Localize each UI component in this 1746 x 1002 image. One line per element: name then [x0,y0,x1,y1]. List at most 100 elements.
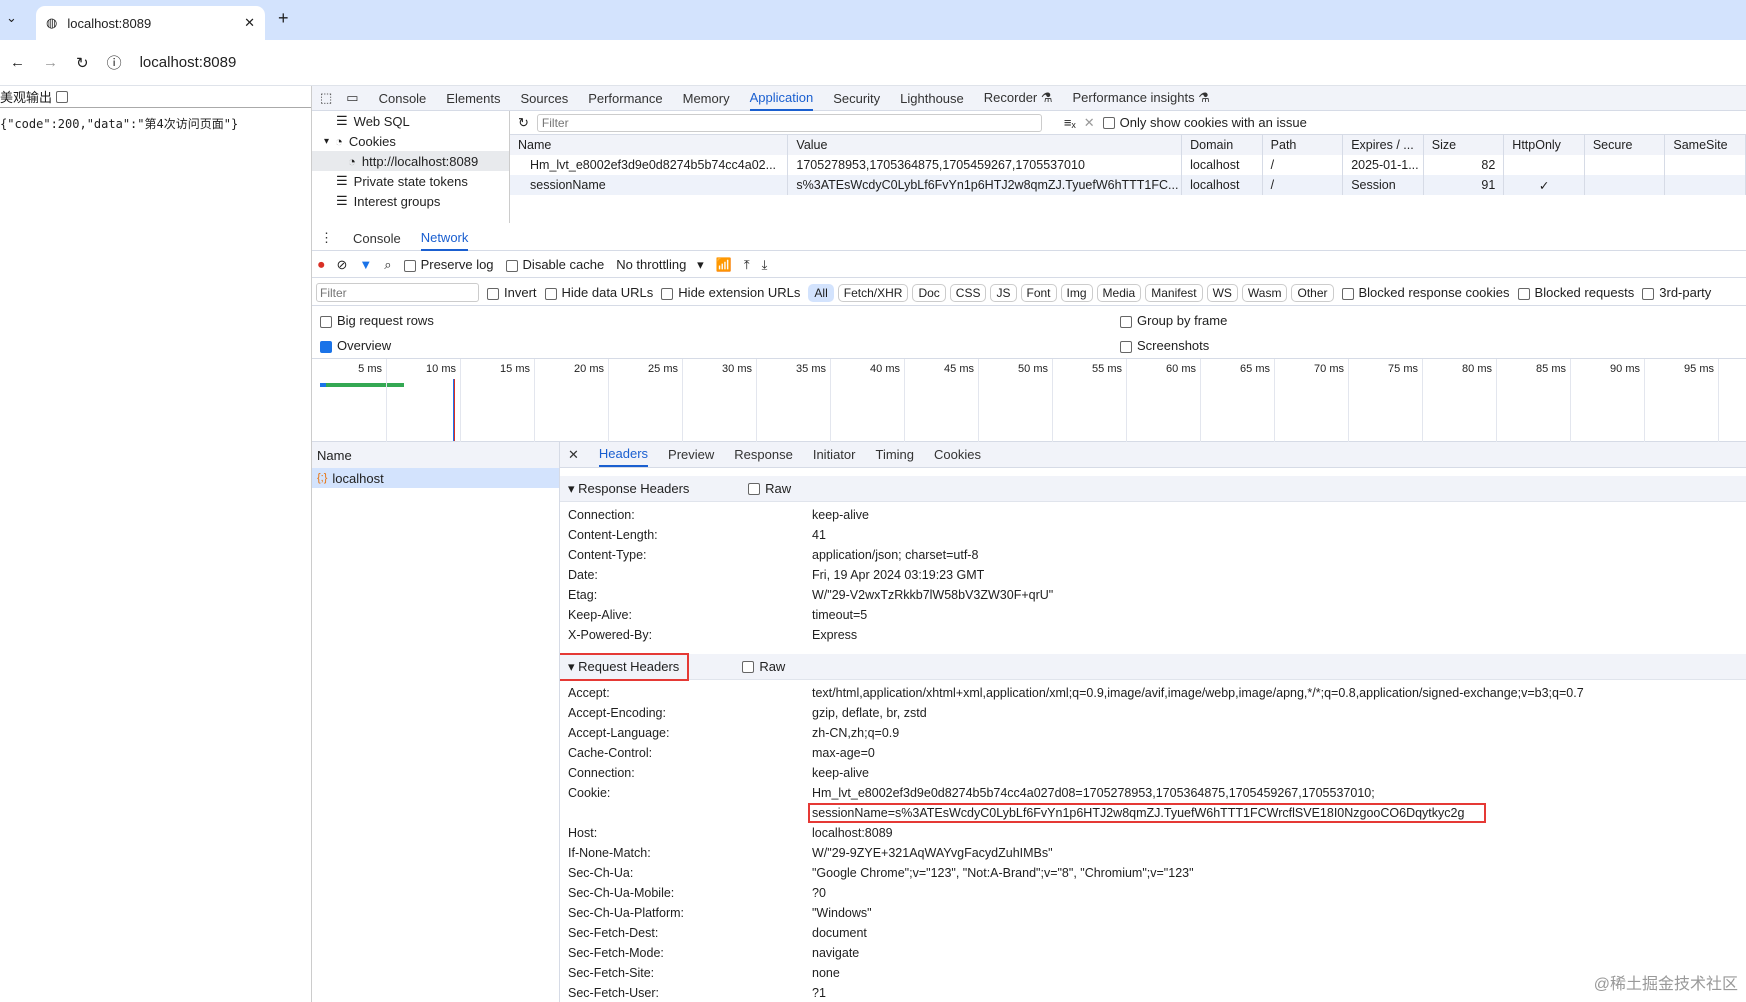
site-info-icon[interactable]: ⓘ [107,52,122,73]
tab-console[interactable]: Console [379,91,427,106]
tab-recorder-[interactable]: Recorder ⚗ [984,90,1053,106]
column-header[interactable]: HttpOnly [1503,135,1585,155]
tab-performance-insights-[interactable]: Performance insights ⚗ [1073,90,1210,106]
drawer-tab-network[interactable]: Network [420,226,469,251]
tab-sources[interactable]: Sources [521,91,569,106]
detail-tab-preview[interactable]: Preview [668,447,714,462]
header-name: Content-Type: [568,548,647,562]
type-filter-wasm[interactable]: Wasm [1241,283,1288,302]
group-by-frame-checkbox[interactable] [1120,315,1132,328]
screenshots-checkbox[interactable] [1120,340,1132,353]
record-stop-icon[interactable]: ⏺ [318,257,325,273]
response-headers-section[interactable]: ▾ Response Headers Raw [560,476,1746,502]
response-raw-checkbox[interactable] [748,482,761,495]
column-header[interactable]: SameSite [1664,135,1746,155]
device-toolbar-icon[interactable]: ▭ [346,90,358,106]
new-tab-button[interactable]: + [278,8,289,29]
column-header[interactable]: Domain [1181,135,1263,155]
type-filter-doc[interactable]: Doc [912,283,946,302]
drawer-menu-icon[interactable]: ⋮ [320,230,333,246]
preserve-log-checkbox[interactable] [403,259,416,272]
tab-elements[interactable]: Elements [446,91,500,106]
tab-performance[interactable]: Performance [588,91,662,106]
type-filter-fetch-xhr[interactable]: Fetch/XHR [837,283,909,302]
throttling-select[interactable]: No throttling ▾ [616,257,703,273]
type-filter-all[interactable]: All [808,283,834,302]
tab-memory[interactable]: Memory [683,91,730,106]
clear-filtered-icon[interactable]: ≡ₓ [1064,115,1076,130]
blocked-requests-checkbox[interactable] [1517,287,1530,300]
sidebar-item[interactable]: ☰ Interest groups [312,191,509,211]
session-cookie-highlight: sessionName=s%3ATEsWcdyC0LybLf6FvYn1p6HT… [807,803,1487,823]
cookie-cell: / [1262,155,1344,175]
refresh-icon[interactable]: ↻ [518,115,529,131]
column-header[interactable]: Expires / ... [1342,135,1424,155]
expand-arrow-icon[interactable]: ▾ [324,136,329,147]
type-filter-font[interactable]: Font [1020,283,1057,302]
tab-list-chevron-icon[interactable]: ⌄ [6,10,17,26]
type-filter-other[interactable]: Other [1291,283,1334,302]
tab-security[interactable]: Security [833,91,880,106]
url-field[interactable]: localhost:8089 [140,54,237,71]
pretty-print-checkbox[interactable] [56,90,69,103]
sidebar-item[interactable]: ☰ Private state tokens [312,171,509,191]
search-icon[interactable]: ⌕ [384,257,391,273]
column-header[interactable]: Path [1262,135,1344,155]
export-har-icon[interactable]: ⤓ [762,257,768,273]
column-header[interactable]: Name [510,135,789,155]
filter-icon[interactable]: ▼ [359,257,372,272]
detail-tab-response[interactable]: Response [734,447,793,462]
sidebar-item[interactable]: ☰ Web SQL [312,111,509,131]
column-header[interactable]: Size [1423,135,1505,155]
hide-extension-urls-checkbox[interactable] [661,287,674,300]
reload-icon[interactable]: ↻ [76,54,89,72]
detail-tab-headers[interactable]: Headers [598,442,649,467]
request-raw-checkbox[interactable] [742,660,755,673]
network-filter-input[interactable] [316,283,479,302]
detail-tab-initiator[interactable]: Initiator [813,447,856,462]
inspect-element-icon[interactable]: ⬚ [320,90,332,106]
tab-lighthouse[interactable]: Lighthouse [900,91,964,106]
header-row: Etag: W/"29-V2wxTzRkkb7lW58bV3ZW30F+qrU" [560,585,1746,605]
type-filter-js[interactable]: JS [990,283,1017,302]
type-filter-media[interactable]: Media [1096,283,1142,302]
close-tab-icon[interactable]: ✕ [244,15,255,31]
invert-checkbox[interactable] [487,287,499,300]
type-filter-css[interactable]: CSS [949,283,987,302]
third-party-checkbox[interactable] [1642,287,1655,300]
detail-tab-timing[interactable]: Timing [875,447,914,462]
disable-cache-checkbox[interactable] [505,259,518,272]
cookie-row[interactable]: sessionName s%3ATEsWcdyC0LybLf6FvYn1p6HTJ… [510,175,1746,195]
cookie-row[interactable]: Hm_lvt_e8002ef3d9e0d8274b5b74cc4a02... 17… [510,155,1746,175]
overview-checkbox[interactable] [320,340,332,353]
back-icon[interactable]: ← [10,54,25,71]
cookie-filter-input[interactable] [536,113,1042,132]
sidebar-item[interactable]: ▾ ◔ Cookies [312,131,509,151]
name-column-header[interactable]: Name [312,442,559,468]
blocked-cookies-checkbox[interactable] [1341,287,1354,300]
sidebar-item[interactable]: ◔ http://localhost:8089 [312,151,509,171]
type-filter-manifest[interactable]: Manifest [1145,283,1203,302]
column-header[interactable]: Secure [1584,135,1666,155]
header-value: W/"29-V2wxTzRkkb7lW58bV3ZW30F+qrU" [812,588,1054,602]
browser-tab[interactable]: ◍ localhost:8089 ✕ [36,6,265,40]
forward-icon[interactable]: → [43,54,58,71]
only-issue-checkbox[interactable] [1102,116,1115,129]
drawer-tab-console[interactable]: Console [353,231,401,246]
clear-icon[interactable]: ⊘ [337,257,348,273]
tab-application[interactable]: Application [749,86,814,111]
request-headers-section[interactable]: ▾ Request Headers Raw [560,652,1746,681]
hide-data-urls-checkbox[interactable] [544,287,557,300]
disable-cache-label: Disable cache [522,257,605,272]
detail-tab-cookies[interactable]: Cookies [934,447,981,462]
type-filter-img[interactable]: Img [1060,283,1093,302]
delete-all-icon[interactable]: ✕ [1084,115,1095,131]
network-overview-timeline[interactable]: 5 ms 10 ms 15 ms 20 ms 25 ms 30 ms 35 ms 40 ms 4… [312,358,1746,443]
column-header[interactable]: Value [787,135,1183,155]
close-details-icon[interactable]: ✕ [568,447,579,463]
request-row[interactable]: {;} localhost [312,468,559,488]
network-conditions-icon[interactable]: 📶 [716,257,732,273]
import-har-icon[interactable]: ⤒ [744,257,750,273]
big-rows-checkbox[interactable] [320,315,332,328]
type-filter-ws[interactable]: WS [1206,283,1238,302]
